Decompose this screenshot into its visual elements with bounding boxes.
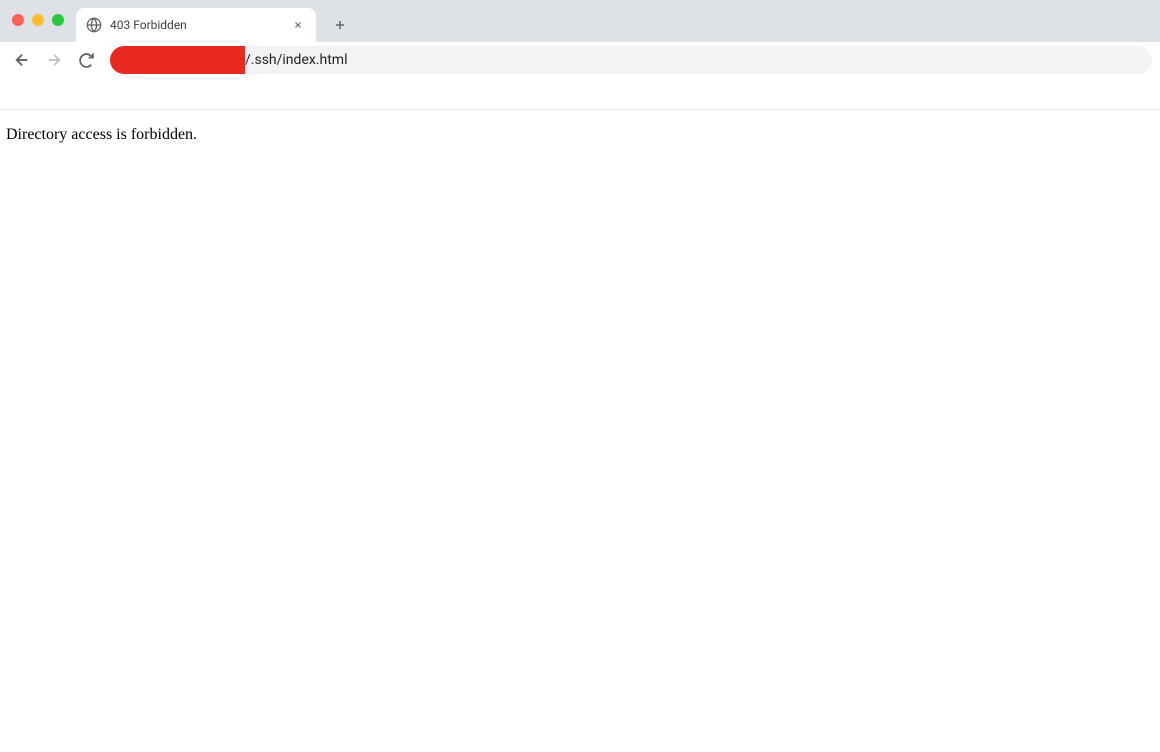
url-redacted-region bbox=[110, 46, 245, 74]
back-button[interactable] bbox=[8, 46, 36, 74]
window-minimize-button[interactable] bbox=[32, 14, 44, 26]
forbidden-message: Directory access is forbidden. bbox=[0, 110, 1160, 144]
content-top-spacer bbox=[0, 78, 1160, 110]
browser-toolbar: /.ssh/index.html bbox=[0, 42, 1160, 78]
url-text: /.ssh/index.html bbox=[245, 52, 347, 68]
tab-title: 403 Forbidden bbox=[110, 18, 282, 32]
globe-icon bbox=[86, 17, 102, 33]
window-maximize-button[interactable] bbox=[52, 14, 64, 26]
new-tab-button[interactable] bbox=[326, 11, 354, 39]
window-close-button[interactable] bbox=[12, 14, 24, 26]
browser-tab-active[interactable]: 403 Forbidden bbox=[76, 8, 316, 42]
browser-tab-strip: 403 Forbidden bbox=[0, 0, 1160, 42]
close-icon[interactable] bbox=[290, 17, 306, 33]
window-controls bbox=[12, 14, 64, 26]
reload-button[interactable] bbox=[72, 46, 100, 74]
address-bar[interactable]: /.ssh/index.html bbox=[110, 46, 1152, 74]
forward-button[interactable] bbox=[40, 46, 68, 74]
page-content: Directory access is forbidden. bbox=[0, 78, 1160, 144]
